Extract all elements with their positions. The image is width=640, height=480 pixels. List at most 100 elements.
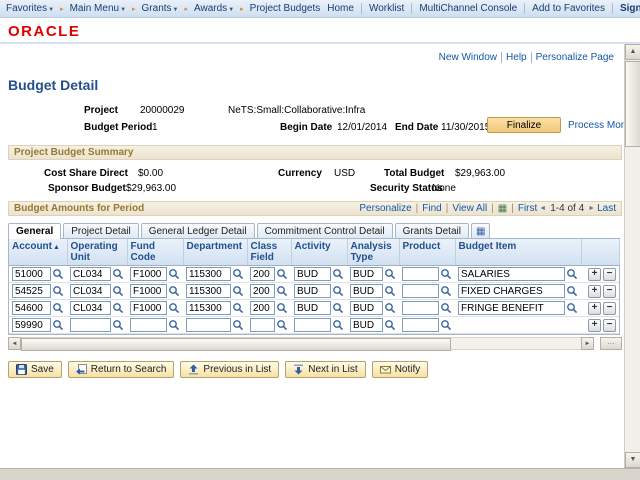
class-field-input[interactable] [250, 267, 275, 281]
budget-item-input[interactable] [458, 284, 565, 298]
lookup-icon[interactable] [440, 302, 452, 314]
lookup-icon[interactable] [52, 319, 64, 331]
personalize-page-link[interactable]: Personalize Page [531, 52, 618, 63]
budget-item-input[interactable] [458, 301, 565, 315]
home-link[interactable]: Home [320, 3, 361, 14]
fund-code-input[interactable] [130, 318, 167, 332]
activity-input[interactable] [294, 267, 331, 281]
find-link[interactable]: Find [422, 203, 441, 214]
next-page-icon[interactable]: ► [588, 205, 595, 212]
notify-button[interactable]: Notify [372, 361, 429, 378]
product-input[interactable] [402, 301, 439, 315]
lookup-icon[interactable] [168, 302, 180, 314]
add-row-button[interactable]: + [588, 319, 601, 332]
lookup-icon[interactable] [232, 268, 244, 280]
analysis-type-input[interactable] [350, 284, 383, 298]
lookup-icon[interactable] [440, 319, 452, 331]
first-link[interactable]: First [518, 203, 537, 214]
analysis-type-input[interactable] [350, 267, 383, 281]
delete-row-button[interactable]: − [603, 268, 616, 281]
account-input[interactable] [12, 318, 51, 332]
activity-input[interactable] [294, 301, 331, 315]
column-header-department[interactable]: Department [183, 239, 247, 266]
column-header-analysis-type[interactable]: Analysis Type [347, 239, 399, 266]
show-all-columns-tab[interactable]: ▦ [471, 223, 490, 238]
product-input[interactable] [402, 318, 439, 332]
download-grid-icon[interactable]: ▦ [498, 203, 507, 214]
main-menu[interactable]: Main Menu▼ [70, 3, 126, 14]
activity-input[interactable] [294, 284, 331, 298]
lookup-icon[interactable] [112, 319, 124, 331]
lookup-icon[interactable] [276, 268, 288, 280]
finalize-button[interactable]: Finalize [487, 117, 561, 133]
account-input[interactable] [12, 267, 51, 281]
lookup-icon[interactable] [276, 285, 288, 297]
department-input[interactable] [186, 318, 231, 332]
column-header-account[interactable]: Account▲ [9, 239, 67, 266]
fund-code-input[interactable] [130, 284, 167, 298]
column-header-class-field[interactable]: Class Field [247, 239, 291, 266]
delete-row-button[interactable]: − [603, 302, 616, 315]
class-field-input[interactable] [250, 284, 275, 298]
department-input[interactable] [186, 267, 231, 281]
delete-row-button[interactable]: − [603, 319, 616, 332]
lookup-icon[interactable] [112, 268, 124, 280]
column-header-operating-unit[interactable]: Operating Unit [67, 239, 127, 266]
lookup-icon[interactable] [384, 302, 396, 314]
lookup-icon[interactable] [168, 319, 180, 331]
lookup-icon[interactable] [52, 285, 64, 297]
add-row-button[interactable]: + [588, 302, 601, 315]
lookup-icon[interactable] [168, 285, 180, 297]
view-all-link[interactable]: View All [452, 203, 487, 214]
lookup-icon[interactable] [332, 319, 344, 331]
lookup-icon[interactable] [566, 302, 578, 314]
last-link[interactable]: Last [597, 203, 616, 214]
operating-unit-input[interactable] [70, 318, 111, 332]
previous-page-icon[interactable]: ◄ [539, 205, 546, 212]
product-input[interactable] [402, 284, 439, 298]
new-window-link[interactable]: New Window [435, 52, 501, 63]
previous-in-list-button[interactable]: Previous in List [180, 361, 279, 378]
lookup-icon[interactable] [232, 302, 244, 314]
page-vertical-scrollbar[interactable]: ▲ ▼ [624, 44, 640, 468]
scroll-down-button[interactable]: ▼ [625, 452, 640, 468]
lookup-icon[interactable] [276, 319, 288, 331]
analysis-type-input[interactable] [350, 318, 383, 332]
fund-code-input[interactable] [130, 301, 167, 315]
lookup-icon[interactable] [112, 285, 124, 297]
tab-general-ledger-detail[interactable]: General Ledger Detail [141, 223, 255, 238]
horizontal-scroll-thumb[interactable] [21, 338, 451, 351]
department-input[interactable] [186, 301, 231, 315]
lookup-icon[interactable] [566, 285, 578, 297]
scroll-right-button[interactable]: ► [581, 337, 594, 350]
lookup-icon[interactable] [332, 285, 344, 297]
add-to-favorites-link[interactable]: Add to Favorites [524, 3, 612, 14]
help-link[interactable]: Help [501, 52, 531, 63]
lookup-icon[interactable] [232, 285, 244, 297]
lookup-icon[interactable] [332, 302, 344, 314]
column-header-product[interactable]: Product [399, 239, 455, 266]
column-header-budget-item[interactable]: Budget Item [455, 239, 581, 266]
tab-grants-detail[interactable]: Grants Detail [395, 223, 469, 238]
lookup-icon[interactable] [440, 268, 452, 280]
account-input[interactable] [12, 301, 51, 315]
fund-code-input[interactable] [130, 267, 167, 281]
lookup-icon[interactable] [440, 285, 452, 297]
lookup-icon[interactable] [332, 268, 344, 280]
lookup-icon[interactable] [168, 268, 180, 280]
tab-commitment-control-detail[interactable]: Commitment Control Detail [257, 223, 393, 238]
operating-unit-input[interactable] [70, 267, 111, 281]
product-input[interactable] [402, 267, 439, 281]
return-to-search-button[interactable]: Return to Search [68, 361, 175, 378]
next-in-list-button[interactable]: Next in List [285, 361, 365, 378]
tab-general[interactable]: General [8, 223, 61, 239]
personalize-link[interactable]: Personalize [359, 203, 411, 214]
breadcrumb-awards[interactable]: Awards▼ [194, 3, 234, 14]
scroll-up-button[interactable]: ▲ [625, 44, 640, 60]
budget-item-input[interactable] [458, 267, 565, 281]
analysis-type-input[interactable] [350, 301, 383, 315]
horizontal-scroll-track[interactable] [21, 337, 581, 350]
breadcrumb-project-budgets[interactable]: Project Budgets [250, 3, 321, 14]
class-field-input[interactable] [250, 318, 275, 332]
lookup-icon[interactable] [276, 302, 288, 314]
